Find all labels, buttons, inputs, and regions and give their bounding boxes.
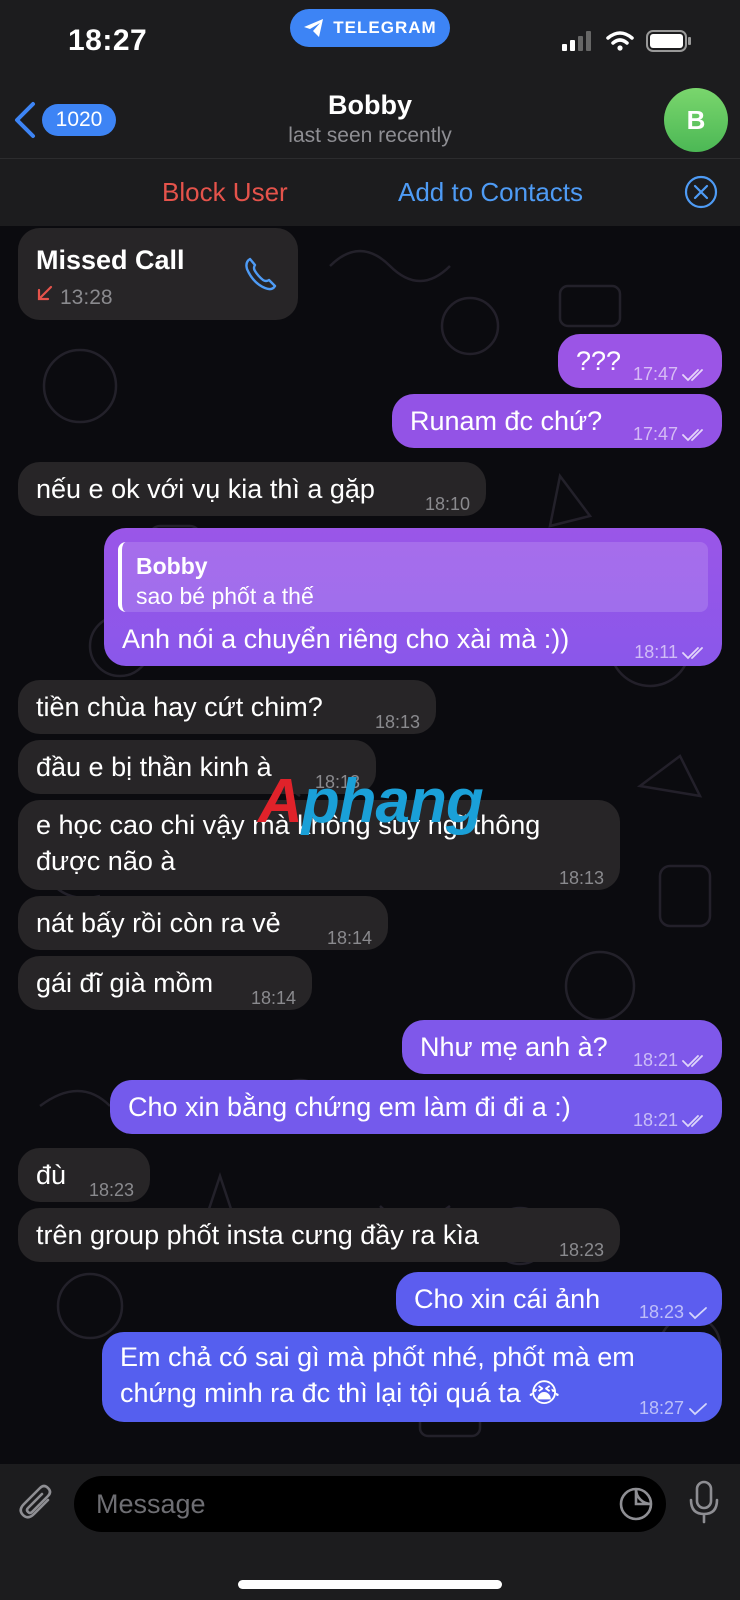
message-time: 18:23	[639, 1294, 708, 1330]
message-time-value: 18:27	[638, 1398, 684, 1418]
message-time: 17:47	[633, 356, 708, 392]
message-text: ???	[576, 346, 622, 376]
message-text: Runam đc chứ?	[410, 406, 603, 436]
battery-icon	[646, 30, 691, 52]
message-list[interactable]: Missed Call 13:28 ??? 17:47 Runam đc chứ…	[0, 226, 740, 1464]
home-indicator[interactable]	[238, 1580, 502, 1589]
crying-emoji: 😭	[528, 1378, 560, 1408]
message-time-value: 17:47	[632, 364, 678, 384]
incoming-message[interactable]: đù 18:23	[18, 1148, 150, 1202]
message-time-value: 18:21	[632, 1110, 678, 1130]
sent-check-icon	[689, 1307, 707, 1320]
incoming-message[interactable]: nát bấy rồi còn ra vẻ 18:14	[18, 896, 388, 950]
message-text: tiền chùa hay cứt chim?	[36, 692, 323, 722]
reply-text: sao bé phốt a thế	[136, 583, 314, 609]
watermark-part-1: A	[258, 767, 303, 836]
message-time: 18:21	[633, 1042, 708, 1078]
message-time-value: 18:23	[638, 1302, 684, 1322]
message-time: 18:10	[424, 494, 470, 514]
read-checks-icon	[682, 1055, 703, 1068]
avatar-initial: B	[686, 104, 706, 135]
message-text: nếu e ok với vụ kia thì a gặp	[36, 474, 375, 504]
system-indicators	[562, 30, 692, 52]
block-user-button[interactable]: Block User	[162, 177, 288, 208]
missed-call-bubble[interactable]: Missed Call 13:28	[18, 228, 298, 320]
read-checks-icon	[682, 1115, 703, 1128]
wifi-icon	[606, 31, 634, 51]
telegram-pill[interactable]: TELEGRAM	[290, 9, 450, 47]
outgoing-message[interactable]: Runam đc chứ? 17:47	[392, 394, 722, 448]
telegram-plane-icon	[304, 19, 324, 37]
sent-check-icon	[689, 1403, 707, 1416]
message-time-value: 18:21	[632, 1050, 678, 1070]
read-checks-icon	[682, 647, 703, 660]
message-text-line-1: Em chả có sai gì mà phốt nhé, phốt mà em	[120, 1342, 635, 1372]
message-text: Anh nói a chuyển riêng cho xài mà :))	[122, 624, 570, 654]
missed-call-label: Missed Call	[36, 245, 185, 275]
message-time: 17:47	[633, 416, 708, 452]
message-text-line-2-text: chứng minh ra đc thì lại tội quá ta	[120, 1378, 521, 1408]
outgoing-message[interactable]: Như mẹ anh à? 18:21	[402, 1020, 722, 1074]
message-text: đù	[36, 1160, 67, 1190]
missed-call-arrow-icon	[37, 285, 53, 301]
message-text: Cho xin cái ảnh	[414, 1284, 601, 1314]
message-text-line-2: chứng minh ra đc thì lại tội quá ta 😭	[120, 1375, 560, 1411]
message-time-value: 18:11	[634, 642, 678, 662]
attach-icon[interactable]	[18, 1482, 58, 1526]
watermark-part-2: phang	[301, 767, 484, 836]
signal-icon	[562, 31, 591, 51]
incoming-message[interactable]: trên group phốt insta cưng đầy ra kìa 18…	[18, 1208, 620, 1262]
avatar[interactable]: B	[664, 88, 728, 152]
incoming-message[interactable]: tiền chùa hay cứt chim? 18:13	[18, 680, 436, 734]
message-time: 18:23	[558, 1240, 604, 1260]
message-time: 18:13	[374, 712, 420, 732]
contact-name[interactable]: Bobby	[0, 90, 740, 121]
outgoing-message[interactable]: Cho xin cái ảnh 18:23	[396, 1272, 722, 1326]
read-checks-icon	[682, 429, 703, 442]
message-input-placeholder: Message	[96, 1489, 206, 1519]
missed-call-time: 13:28	[60, 286, 113, 309]
telegram-pill-label: TELEGRAM	[333, 18, 437, 37]
message-text: đầu e bị thần kinh à	[36, 752, 272, 782]
message-time: 18:14	[250, 988, 296, 1008]
message-input[interactable]: Message	[74, 1476, 666, 1532]
message-time: 18:23	[88, 1180, 134, 1200]
mic-icon[interactable]	[688, 1480, 720, 1526]
message-time: 18:27	[639, 1390, 708, 1426]
contact-action-bar: Block User Add to Contacts	[0, 158, 740, 226]
message-text: Cho xin bằng chứng em làm đi đi a :)	[128, 1092, 571, 1122]
message-time: 18:14	[326, 928, 372, 948]
last-seen-status: last seen recently	[288, 124, 452, 147]
sticker-icon[interactable]	[618, 1486, 654, 1522]
message-text-line-2: được não à	[36, 846, 176, 876]
phone-icon[interactable]	[240, 254, 280, 294]
message-text: Như mẹ anh à?	[420, 1032, 608, 1062]
add-to-contacts-button[interactable]: Add to Contacts	[398, 177, 583, 208]
message-time: 18:11	[634, 634, 708, 670]
message-time: 18:21	[633, 1102, 708, 1138]
outgoing-message[interactable]: Em chả có sai gì mà phốt nhé, phốt mà em…	[102, 1332, 722, 1422]
message-text: nát bấy rồi còn ra vẻ	[36, 908, 281, 938]
message-time-value: 17:47	[632, 424, 678, 444]
incoming-message[interactable]: gái đĩ già mồm 18:14	[18, 956, 312, 1010]
outgoing-reply-message[interactable]: Bobby sao bé phốt a thế Anh nói a chuyển…	[104, 528, 722, 666]
message-text: trên group phốt insta cưng đầy ra kìa	[36, 1220, 479, 1250]
status-time: 18:27	[68, 24, 148, 57]
reply-quote[interactable]: Bobby sao bé phốt a thế	[118, 542, 708, 612]
read-checks-icon	[682, 369, 703, 382]
close-circle-icon[interactable]	[684, 175, 718, 209]
incoming-message[interactable]: nếu e ok với vụ kia thì a gặp 18:10	[18, 462, 486, 516]
outgoing-message[interactable]: Cho xin bằng chứng em làm đi đi a :) 18:…	[110, 1080, 722, 1134]
message-text: gái đĩ già mồm	[36, 968, 214, 998]
watermark-logo: Aphang	[258, 766, 484, 837]
message-time: 18:13	[558, 868, 604, 888]
chat-header: 1020 Bobby last seen recently B	[0, 82, 740, 158]
outgoing-message[interactable]: ??? 17:47	[558, 334, 722, 388]
composer-bar: Message	[0, 1464, 740, 1600]
status-bar: 18:27 TELEGRAM	[0, 0, 740, 82]
